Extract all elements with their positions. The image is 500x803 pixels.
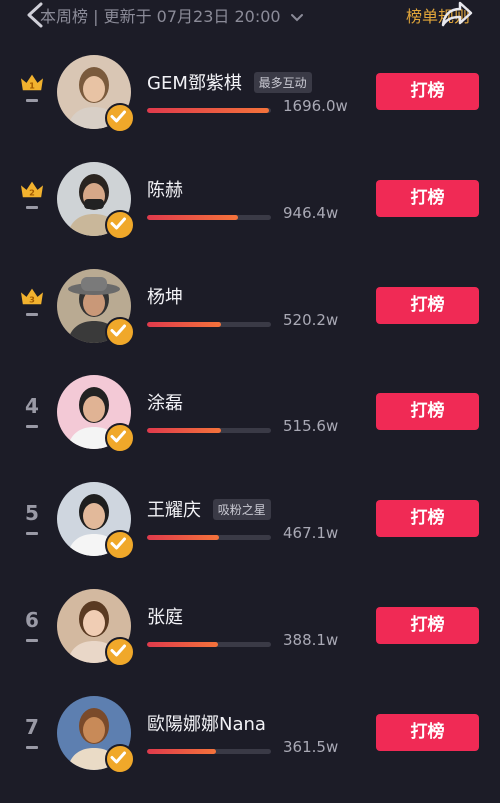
avatar[interactable] [57, 55, 135, 133]
rank-indicator: 3 [16, 285, 48, 325]
rank-number: 5 [25, 501, 39, 525]
avatar[interactable] [57, 589, 135, 667]
ranking-row-3: 3 杨坤 520.2w 打榜 [0, 269, 500, 376]
score-progress-fill [147, 535, 219, 540]
vote-button[interactable]: 打榜 [376, 500, 479, 537]
rank-indicator: 2 [16, 178, 48, 218]
score-value: 515.6w [283, 417, 339, 435]
score-progress-bar [147, 428, 271, 433]
rank-trend-dash [26, 532, 38, 535]
rank-indicator: 1 [16, 71, 48, 111]
score-value: 388.1w [283, 631, 339, 649]
artist-name: 杨坤 [147, 287, 183, 308]
score-progress-fill [147, 215, 238, 220]
ranking-row-4: 4 涂磊 515.6w 打榜 [0, 375, 500, 482]
verified-badge-icon [105, 530, 135, 560]
avatar[interactable] [57, 482, 135, 560]
rank-trend-dash [26, 99, 38, 102]
artist-name: 王耀庆 [147, 500, 201, 521]
ranking-row-1: 1 GEM鄧紫棋 最多互动 1696.0w 打榜 [0, 55, 500, 162]
score-progress-fill [147, 642, 218, 647]
verified-badge-icon [105, 423, 135, 453]
avatar[interactable] [57, 162, 135, 240]
period-selector[interactable]: 本周榜 | 更新于 07月23日 20:00 [40, 3, 304, 27]
vote-button[interactable]: 打榜 [376, 73, 479, 110]
rank-trend-dash [26, 746, 38, 749]
score-value: 467.1w [283, 524, 339, 542]
verified-badge-icon [105, 103, 135, 133]
vote-button[interactable]: 打榜 [376, 287, 479, 324]
crown-icon: 3 [21, 288, 43, 304]
vote-button[interactable]: 打榜 [376, 714, 479, 751]
ranking-row-5: 5 王耀庆 吸粉之星 467.1w 打榜 [0, 482, 500, 589]
chevron-down-icon [290, 13, 303, 21]
verified-badge-icon [105, 637, 135, 667]
verified-badge-icon [105, 317, 135, 347]
score-value: 946.4w [283, 204, 339, 222]
score-value: 361.5w [283, 738, 339, 756]
score-progress-fill [147, 108, 269, 113]
verified-badge-icon [105, 210, 135, 240]
vote-button[interactable]: 打榜 [376, 180, 479, 217]
ranking-row-6: 6 张庭 388.1w 打榜 [0, 589, 500, 696]
crown-rank-number: 1 [29, 80, 35, 90]
crown-icon: 1 [21, 74, 43, 90]
score-value: 520.2w [283, 311, 339, 329]
score-value: 1696.0w [283, 97, 348, 115]
crown-rank-number: 2 [29, 187, 35, 197]
rank-number: 6 [25, 608, 39, 632]
vote-button[interactable]: 打榜 [376, 393, 479, 430]
achievement-tag: 吸粉之星 [212, 499, 271, 520]
verified-badge-icon [105, 744, 135, 774]
score-progress-bar [147, 108, 271, 113]
rank-trend-dash [26, 206, 38, 209]
ranking-row-2: 2 陈赫 946.4w 打榜 [0, 162, 500, 269]
separator: | [93, 7, 99, 26]
rank-number: 4 [25, 394, 39, 418]
score-progress-bar [147, 215, 271, 220]
avatar[interactable] [57, 696, 135, 774]
avatar[interactable] [57, 375, 135, 453]
artist-name: 陈赫 [147, 180, 183, 201]
score-progress-bar [147, 642, 271, 647]
crown-rank-number: 3 [29, 294, 35, 304]
rank-indicator: 7 [16, 712, 48, 752]
score-progress-fill [147, 749, 217, 754]
rank-trend-dash [26, 425, 38, 428]
rank-trend-dash [26, 639, 38, 642]
score-progress-bar [147, 322, 271, 327]
artist-name: GEM鄧紫棋 [147, 73, 242, 94]
achievement-tag: 最多互动 [253, 72, 312, 93]
artist-name: 歐陽娜娜Nana [147, 714, 266, 735]
artist-name: 涂磊 [147, 393, 183, 414]
vote-button[interactable]: 打榜 [376, 607, 479, 644]
artist-name: 张庭 [147, 607, 183, 628]
score-progress-fill [147, 322, 222, 327]
ranking-row-7: 7 歐陽娜娜Nana 361.5w 打榜 [0, 696, 500, 803]
avatar[interactable] [57, 269, 135, 347]
top-bar: 本周榜 | 更新于 07月23日 20:00 榜单规则 [0, 0, 500, 30]
rank-indicator: 4 [16, 391, 48, 431]
share-icon[interactable] [440, 0, 474, 28]
rank-number: 7 [25, 715, 39, 739]
crown-icon: 2 [21, 181, 43, 197]
rank-trend-dash [26, 313, 38, 316]
period-title: 本周榜 [40, 7, 89, 26]
score-progress-fill [147, 428, 222, 433]
score-progress-bar [147, 535, 271, 540]
update-time: 更新于 07月23日 20:00 [103, 7, 281, 26]
rank-indicator: 6 [16, 605, 48, 645]
rank-indicator: 5 [16, 498, 48, 538]
score-progress-bar [147, 749, 271, 754]
